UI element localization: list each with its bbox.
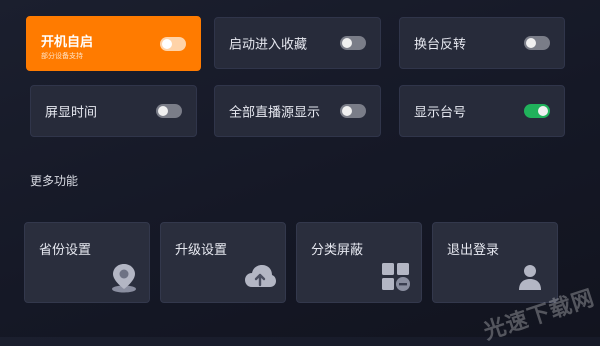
switch-knob bbox=[162, 38, 172, 49]
toggle-label: 开机自启 bbox=[41, 35, 94, 50]
toggle-card-start-favorites[interactable]: 启动进入收藏 bbox=[214, 17, 381, 69]
switch-knob bbox=[526, 38, 536, 48]
feature-label: 分类屏蔽 bbox=[311, 243, 364, 258]
location-pin-icon bbox=[112, 264, 136, 293]
toggle-switch[interactable] bbox=[160, 36, 186, 51]
toggle-sublabel: 部分设备支持 bbox=[41, 52, 83, 60]
toggle-switch[interactable] bbox=[156, 104, 182, 118]
cloud-upload-icon bbox=[245, 265, 276, 287]
feature-card-upgrade[interactable]: 升级设置 bbox=[160, 222, 286, 303]
toggle-label: 启动进入收藏 bbox=[229, 37, 308, 53]
toggle-card-channel-reverse[interactable]: 换台反转 bbox=[399, 17, 565, 69]
toggle-switch[interactable] bbox=[524, 104, 550, 118]
toggle-label: 屏显时间 bbox=[45, 105, 98, 121]
toggle-label: 全部直播源显示 bbox=[229, 105, 321, 121]
switch-knob bbox=[342, 106, 352, 116]
toggle-card-autostart[interactable]: 开机自启 部分设备支持 bbox=[26, 16, 201, 71]
toggle-switch[interactable] bbox=[340, 104, 366, 118]
feature-card-logout[interactable]: 退出登录 bbox=[432, 222, 558, 303]
feature-label: 退出登录 bbox=[447, 243, 500, 258]
toggle-switch[interactable] bbox=[340, 36, 366, 50]
switch-knob bbox=[538, 106, 548, 116]
toggle-label: 换台反转 bbox=[414, 37, 467, 53]
feature-label: 省份设置 bbox=[39, 243, 92, 258]
feature-card-category-block[interactable]: 分类屏蔽 bbox=[296, 222, 422, 303]
user-logout-icon bbox=[519, 265, 541, 290]
section-title-more-features: 更多功能 bbox=[30, 174, 79, 188]
toggle-switch[interactable] bbox=[524, 36, 550, 50]
toggle-card-screen-time[interactable]: 屏显时间 bbox=[30, 85, 197, 137]
grid-block-icon bbox=[382, 263, 410, 291]
switch-knob bbox=[158, 106, 168, 116]
toggle-card-channel-number[interactable]: 显示台号 bbox=[399, 85, 565, 137]
toggle-label: 显示台号 bbox=[414, 105, 467, 121]
feature-label: 升级设置 bbox=[175, 243, 228, 258]
feature-card-province[interactable]: 省份设置 bbox=[24, 222, 150, 303]
toggle-card-all-sources[interactable]: 全部直播源显示 bbox=[214, 85, 381, 137]
switch-knob bbox=[342, 38, 352, 48]
